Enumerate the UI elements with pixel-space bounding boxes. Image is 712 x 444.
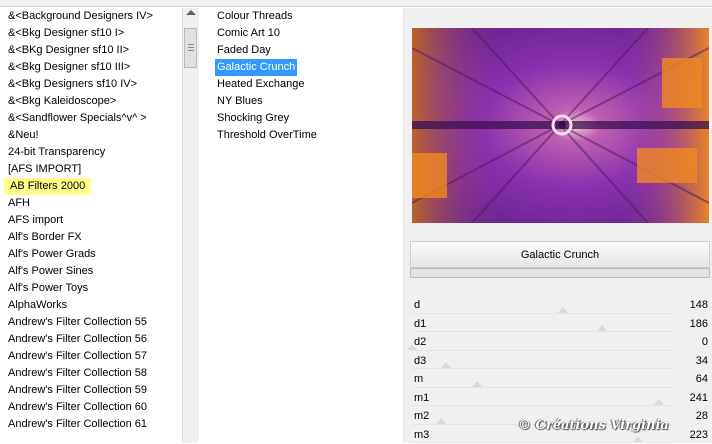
param-name: d [414,296,420,314]
category-item[interactable]: &<Bkg Designer sf10 III> [2,59,182,76]
param-row[interactable]: d3 34 [404,352,712,371]
param-name: m3 [414,426,429,444]
param-slider-thumb-icon[interactable] [436,418,446,424]
param-name: m1 [414,389,429,407]
param-value: 186 [690,315,708,333]
param-name: d1 [414,315,426,333]
param-slider-thumb-icon[interactable] [654,399,664,405]
category-item[interactable]: 24-bit Transparency [2,144,182,161]
category-item[interactable]: Andrew's Filter Collection 60 [2,399,182,416]
param-value: 64 [696,370,708,388]
param-name: d2 [414,333,426,351]
param-slider-track[interactable] [412,368,672,369]
filter-item[interactable]: NY Blues [210,93,403,110]
param-slider-thumb-icon[interactable] [472,381,482,387]
category-item[interactable]: Andrew's Filter Collection 57 [2,348,182,365]
param-row[interactable]: m1 241 [404,389,712,408]
param-value: 0 [702,333,708,351]
category-item[interactable]: AlphaWorks [2,297,182,314]
param-slider-thumb-icon[interactable] [558,307,568,313]
param-slider-track[interactable] [412,405,672,406]
filter-item[interactable]: Shocking Grey [210,110,403,127]
filter-item[interactable]: Comic Art 10 [210,25,403,42]
category-item[interactable]: AFH [2,195,182,212]
filter-settings-panel: Galactic Crunch d 148 d1 186 d2 0 d3 34 m 64 m1 241… [404,8,712,443]
watermark-text: © Créations Virginia [518,418,669,433]
category-item[interactable]: &Neu! [2,127,182,144]
category-item[interactable]: &<Sandflower Specials^v^ > [2,110,182,127]
category-item[interactable]: &<BKg Designer sf10 II> [2,42,182,59]
filter-item-label: NY Blues [217,95,263,107]
filter-title-bar: Galactic Crunch [410,241,710,268]
category-item[interactable]: Alf's Power Sines [2,263,182,280]
category-item[interactable]: &<Background Designers IV> [2,8,182,25]
scrollbar-thumb[interactable] [184,28,197,68]
param-slider-track[interactable] [412,350,672,351]
category-item-label: AB Filters 2000 [4,178,91,195]
param-slider-thumb-icon[interactable] [597,325,607,331]
preview-image [412,28,709,223]
filter-item[interactable]: Threshold OverTime [210,127,403,144]
category-item[interactable]: Alf's Power Grads [2,246,182,263]
filter-item[interactable]: Faded Day [210,42,403,59]
param-value: 223 [690,426,708,444]
filter-item-label: Threshold OverTime [217,129,317,141]
filter-item-label: Shocking Grey [217,112,289,124]
param-row[interactable]: d1 186 [404,315,712,334]
filter-item[interactable]: Heated Exchange [210,76,403,93]
category-scrollbar[interactable] [182,8,199,443]
category-item[interactable]: Andrew's Filter Collection 59 [2,382,182,399]
param-slider-track[interactable] [412,331,672,332]
category-list[interactable]: &<Background Designers IV>&<Bkg Designer… [2,8,182,443]
param-name: d3 [414,352,426,370]
param-name: m2 [414,407,429,425]
main-slider-track[interactable] [410,268,710,278]
param-value: 34 [696,352,708,370]
filter-item-label: Comic Art 10 [217,27,280,39]
filter-item-selected[interactable]: Galactic Crunch [210,59,403,76]
filter-item[interactable]: Colour Threads [210,8,403,25]
param-value: 241 [690,389,708,407]
category-item[interactable]: Andrew's Filter Collection 61 [2,416,182,433]
scroll-up-arrow-icon[interactable] [186,10,196,15]
category-item[interactable]: Andrew's Filter Collection 58 [2,365,182,382]
preview-art [412,28,709,223]
category-item[interactable]: AFS import [2,212,182,229]
category-item[interactable]: Andrew's Filter Collection 56 [2,331,182,348]
param-slider-thumb-icon[interactable] [441,362,451,368]
param-slider-track[interactable] [412,387,672,388]
filter-item-label: Heated Exchange [217,78,304,90]
param-value: 28 [696,407,708,425]
param-value: 148 [690,296,708,314]
category-item[interactable]: &<Bkg Designers sf10 IV> [2,76,182,93]
category-item[interactable]: AB Filters 2000 [2,178,182,195]
category-item[interactable]: Alf's Power Toys [2,280,182,297]
window-top-strip [0,0,712,7]
category-item[interactable]: [AFS IMPORT] [2,161,182,178]
param-row[interactable]: d2 0 [404,333,712,352]
filter-item-label: Colour Threads [217,10,293,22]
filter-list[interactable]: Colour Threads Comic Art 10 Faded Day Galac… [210,8,404,443]
filter-item-label: Galactic Crunch [215,59,297,76]
category-item[interactable]: &<Bkg Designer sf10 I> [2,25,182,42]
category-item[interactable]: Andrew's Filter Collection 55 [2,314,182,331]
param-row[interactable]: m 64 [404,370,712,389]
param-name: m [414,370,423,388]
param-slider-thumb-icon[interactable] [633,436,643,442]
filter-item-label: Faded Day [217,44,271,56]
param-slider-track[interactable] [412,313,672,314]
param-row[interactable]: d 148 [404,296,712,315]
category-item[interactable]: &<Bkg Kaleidoscope> [2,93,182,110]
category-item[interactable]: Alf's Border FX [2,229,182,246]
